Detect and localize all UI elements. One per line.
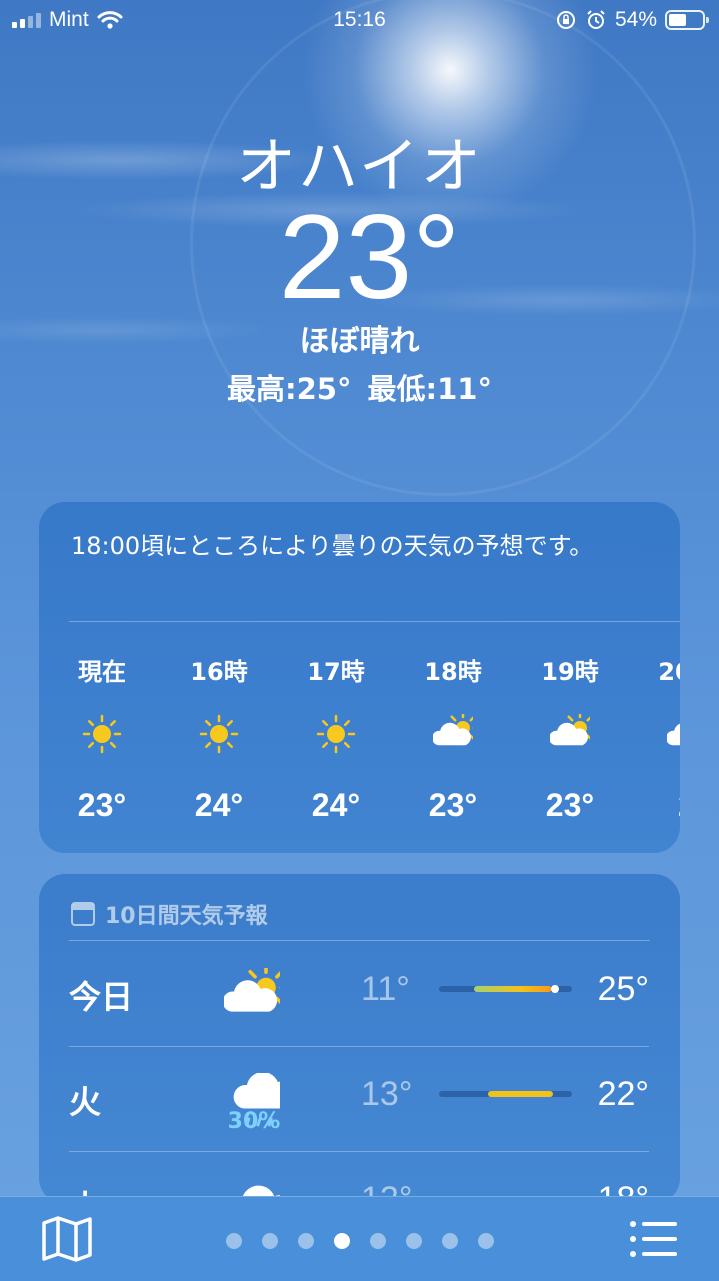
- precip-chance: 30%: [227, 1109, 281, 1134]
- hour-label: 17時: [307, 658, 365, 686]
- hour-temp: 23°: [545, 787, 595, 823]
- hour-label: 18時: [424, 658, 482, 686]
- sun-icon: [316, 714, 356, 754]
- forecast-summary: 18:00頃にところにより曇りの天気の予想です。: [71, 532, 594, 560]
- hour-label: 16時: [190, 658, 248, 686]
- low-temp: 11°: [361, 970, 410, 1008]
- hour-temp: 23°: [77, 787, 127, 823]
- partly-cloudy-icon: [432, 710, 481, 754]
- page-indicator[interactable]: [0, 1233, 719, 1249]
- rotation-lock-icon: [556, 11, 575, 29]
- forecast-day-row[interactable]: 火 30% 13° 22°: [69, 1047, 649, 1152]
- rain-cloud-icon: [224, 1071, 298, 1127]
- partly-cloudy-icon: [222, 963, 291, 1012]
- page-dot[interactable]: [297, 1233, 314, 1249]
- high-temp: 22°: [597, 1075, 649, 1113]
- hourly-scroll[interactable]: 現在 23° 16時 24° 17時 24° 18時 23° 19時 23° 20時 2: [39, 632, 680, 852]
- hour-temp: 24°: [311, 787, 361, 823]
- status-bar: Mint 15:16 54%: [0, 0, 719, 40]
- current-temp-marker: [550, 985, 559, 993]
- divider: [69, 940, 650, 941]
- day-label: 今日: [69, 978, 134, 1016]
- hour-temp: 24°: [194, 787, 244, 823]
- current-temperature: 23°: [278, 190, 461, 324]
- hour-temp: 23°: [428, 787, 478, 823]
- day-label: 火: [69, 1083, 102, 1121]
- high-low: 最高:25° 最低:11°: [0, 366, 719, 408]
- low-temp: 13°: [361, 1075, 413, 1113]
- hour-label: 19時: [541, 658, 599, 686]
- bottom-toolbar: [0, 1196, 719, 1281]
- sun-icon: [82, 714, 122, 754]
- forecast-day-row[interactable]: 今日 11° 25°: [69, 942, 649, 1047]
- hourly-forecast-card[interactable]: 18:00頃にところにより曇りの天気の予想です。 現在 23° 16時 24° 17時 2…: [39, 502, 680, 853]
- high-temp: 最高:25°: [227, 372, 352, 406]
- sun-icon: [199, 714, 239, 754]
- hour-label: 現在: [78, 658, 126, 686]
- ten-day-title: 10日間天気予報: [105, 904, 268, 929]
- page-dot[interactable]: [225, 1233, 242, 1249]
- battery-percent: 54%: [614, 8, 657, 31]
- battery-icon: [665, 10, 709, 30]
- page-dot[interactable]: [333, 1233, 350, 1249]
- condition-text: ほぼ晴れ: [299, 324, 420, 359]
- page-dot[interactable]: [261, 1233, 278, 1249]
- page-dot[interactable]: [477, 1233, 494, 1249]
- temp-range-bar: [439, 1091, 572, 1097]
- hour-temp: 2: [632, 787, 680, 824]
- list-icon[interactable]: [629, 1219, 679, 1259]
- ten-day-header: 10日間天気予報: [71, 898, 268, 930]
- alarm-icon: [587, 10, 605, 29]
- divider: [69, 621, 680, 622]
- calendar-icon: [71, 902, 95, 926]
- partly-cloudy-icon: [549, 710, 598, 754]
- ten-day-forecast-card[interactable]: 10日間天気予報 今日11°25°火30%13°22°水12°18°: [39, 874, 680, 1204]
- low-temp: 最低:11°: [367, 372, 492, 406]
- page-dot[interactable]: [369, 1233, 386, 1249]
- partly-cloudy-icon: [666, 714, 680, 754]
- hour-label: 20時: [658, 658, 680, 686]
- page-dot[interactable]: [441, 1233, 458, 1249]
- page-dot[interactable]: [405, 1233, 422, 1249]
- temp-range-bar: [439, 985, 572, 993]
- high-temp: 25°: [597, 970, 649, 1008]
